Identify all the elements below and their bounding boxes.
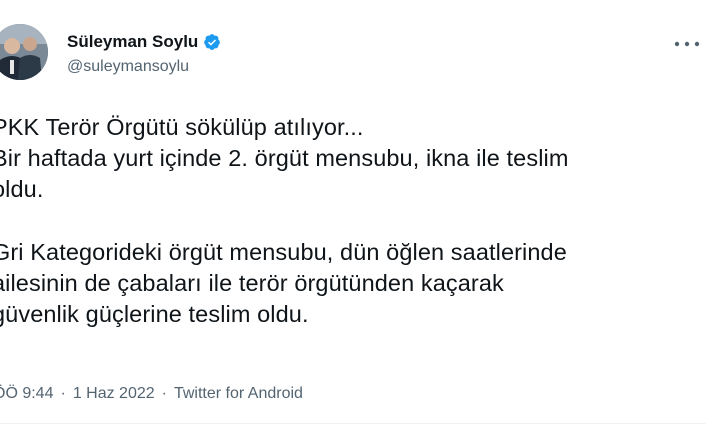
tweet-header: Süleyman Soylu @suleymansoylu	[0, 14, 706, 86]
tweet-line: Bir haftada yurt içinde 2. örgüt mensubu…	[0, 145, 569, 171]
tweet-source[interactable]: Twitter for Android	[174, 385, 303, 402]
display-name-row: Süleyman Soylu	[67, 32, 221, 52]
avatar-photo-icon	[0, 24, 48, 80]
meta-separator: ·	[161, 385, 167, 402]
tweet-line: PKK Terör Örgütü sökülüp atılıyor...	[0, 114, 364, 140]
tweet-meta: ÖÖ 9:44 · 1 Haz 2022 · Twitter for Android	[0, 385, 303, 403]
author-handle[interactable]: @suleymansoylu	[67, 58, 221, 76]
tweet-text: PKK Terör Örgütü sökülüp atılıyor... Bir…	[0, 112, 706, 330]
tweet-date[interactable]: 1 Haz 2022	[73, 385, 155, 402]
tweet-line: oldu.	[0, 176, 44, 202]
avatar[interactable]	[0, 24, 48, 80]
divider	[0, 423, 706, 424]
tweet-card: Süleyman Soylu @suleymansoylu PKK Terör …	[0, 0, 706, 431]
tweet-line: güvenlik güçlerine teslim oldu.	[0, 301, 309, 327]
author-names: Süleyman Soylu @suleymansoylu	[67, 32, 221, 76]
tweet-line: Gri Kategorideki örgüt mensubu, dün öğle…	[0, 239, 567, 265]
author-display-name[interactable]: Süleyman Soylu	[67, 32, 198, 52]
meta-separator: ·	[60, 385, 66, 402]
tweet-time[interactable]: ÖÖ 9:44	[0, 385, 53, 402]
verified-badge-icon	[204, 34, 221, 50]
more-options-icon[interactable]	[672, 34, 702, 54]
tweet-line: ailesinin de çabaları ile terör örgütünd…	[0, 270, 504, 296]
